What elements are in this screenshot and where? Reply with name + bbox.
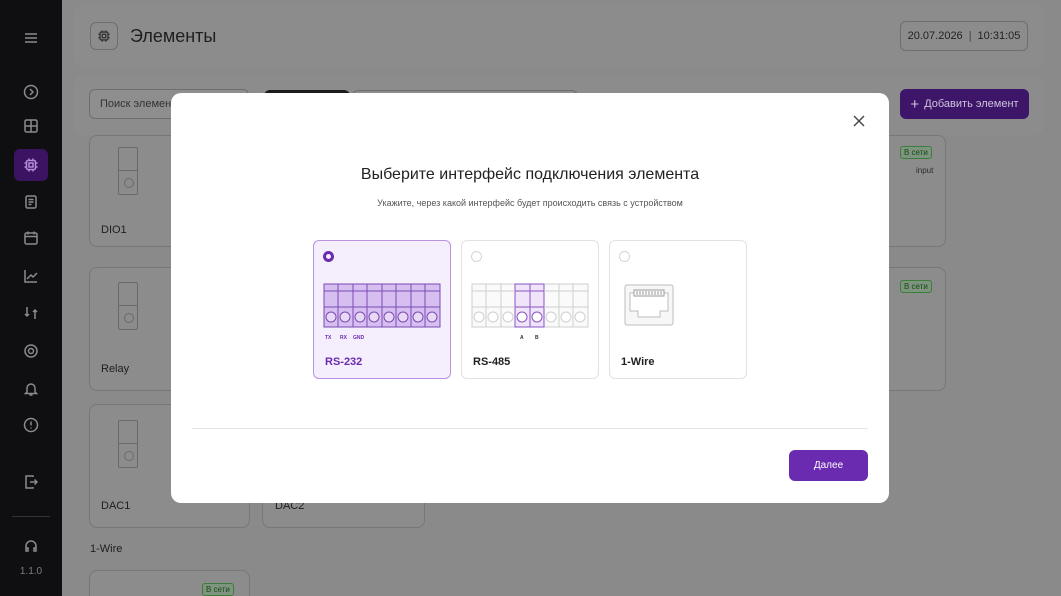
sync-icon[interactable] — [21, 303, 41, 323]
modal-title: Выберите интерфейс подключения элемента — [360, 166, 700, 183]
radio-button[interactable] — [619, 251, 630, 262]
app-version: 1.1.0 — [19, 566, 43, 577]
pin-label-gnd: GND — [353, 335, 365, 341]
card-label: Relay — [101, 363, 130, 375]
status-badge: В сети — [900, 280, 932, 293]
card-label: DIO1 — [101, 224, 127, 236]
add-element-label: Добавить элемент — [924, 98, 1019, 110]
plus-icon: + — [910, 95, 920, 113]
pin-label-a: A — [520, 335, 524, 341]
option-name: RS-232 — [325, 356, 363, 368]
section-title: 1-Wire — [90, 543, 123, 555]
card-label: DAC1 — [101, 500, 131, 512]
option-name: RS-485 — [473, 356, 511, 368]
pin-label-rx: RX — [340, 335, 348, 341]
status-badge: В сети — [202, 583, 234, 596]
datetime-separator: | — [968, 30, 972, 42]
page-title: Элементы — [130, 26, 217, 46]
radio-button[interactable] — [323, 251, 334, 262]
add-element-button[interactable]: + Добавить элемент — [900, 89, 1029, 119]
chip-icon[interactable] — [21, 155, 41, 175]
dashboard-icon[interactable] — [21, 82, 41, 102]
interface-option-rs232[interactable]: TX RX GND RS-232 — [313, 240, 451, 379]
chip-icon — [90, 22, 118, 50]
time-text: 10:31:05 — [977, 30, 1021, 42]
modal-subtitle: Укажите, через какой интерфейс будет про… — [377, 198, 683, 208]
next-button[interactable]: Далее — [789, 450, 868, 481]
sidebar: 1.1.0 — [0, 0, 62, 596]
calendar-icon[interactable] — [21, 228, 41, 248]
radio-button[interactable] — [471, 251, 482, 262]
sidebar-divider — [12, 516, 50, 517]
page-header — [74, 5, 1044, 67]
option-name: 1-Wire — [621, 356, 655, 368]
pin-label-tx: TX — [325, 335, 332, 341]
document-icon[interactable] — [21, 192, 41, 212]
rj-connector-icon — [624, 284, 674, 326]
interface-option-rs485[interactable]: A B RS-485 — [461, 240, 599, 379]
close-icon[interactable] — [852, 114, 866, 128]
chart-icon[interactable] — [21, 266, 41, 286]
bell-icon[interactable] — [21, 379, 41, 399]
headset-icon[interactable] — [21, 536, 41, 556]
datetime-display: 20.07.2026 | 10:31:05 — [900, 21, 1028, 51]
layout-icon[interactable] — [21, 116, 41, 136]
menu-icon[interactable] — [21, 28, 41, 48]
terminal-block-icon: A B — [471, 283, 589, 341]
pin-label-b: B — [535, 335, 539, 341]
terminal-block-icon: TX RX GND — [323, 283, 441, 341]
interface-option-onewire[interactable]: 1-Wire — [609, 240, 747, 379]
input-label: input — [916, 166, 934, 175]
logout-icon[interactable] — [21, 472, 41, 492]
status-badge: В сети — [900, 146, 932, 159]
device-icon — [118, 147, 138, 195]
modal-divider — [192, 428, 868, 429]
device-icon — [118, 420, 138, 468]
device-icon — [118, 282, 138, 330]
date-text: 20.07.2026 — [907, 30, 963, 42]
gear-icon[interactable] — [21, 341, 41, 361]
info-icon[interactable] — [21, 415, 41, 435]
